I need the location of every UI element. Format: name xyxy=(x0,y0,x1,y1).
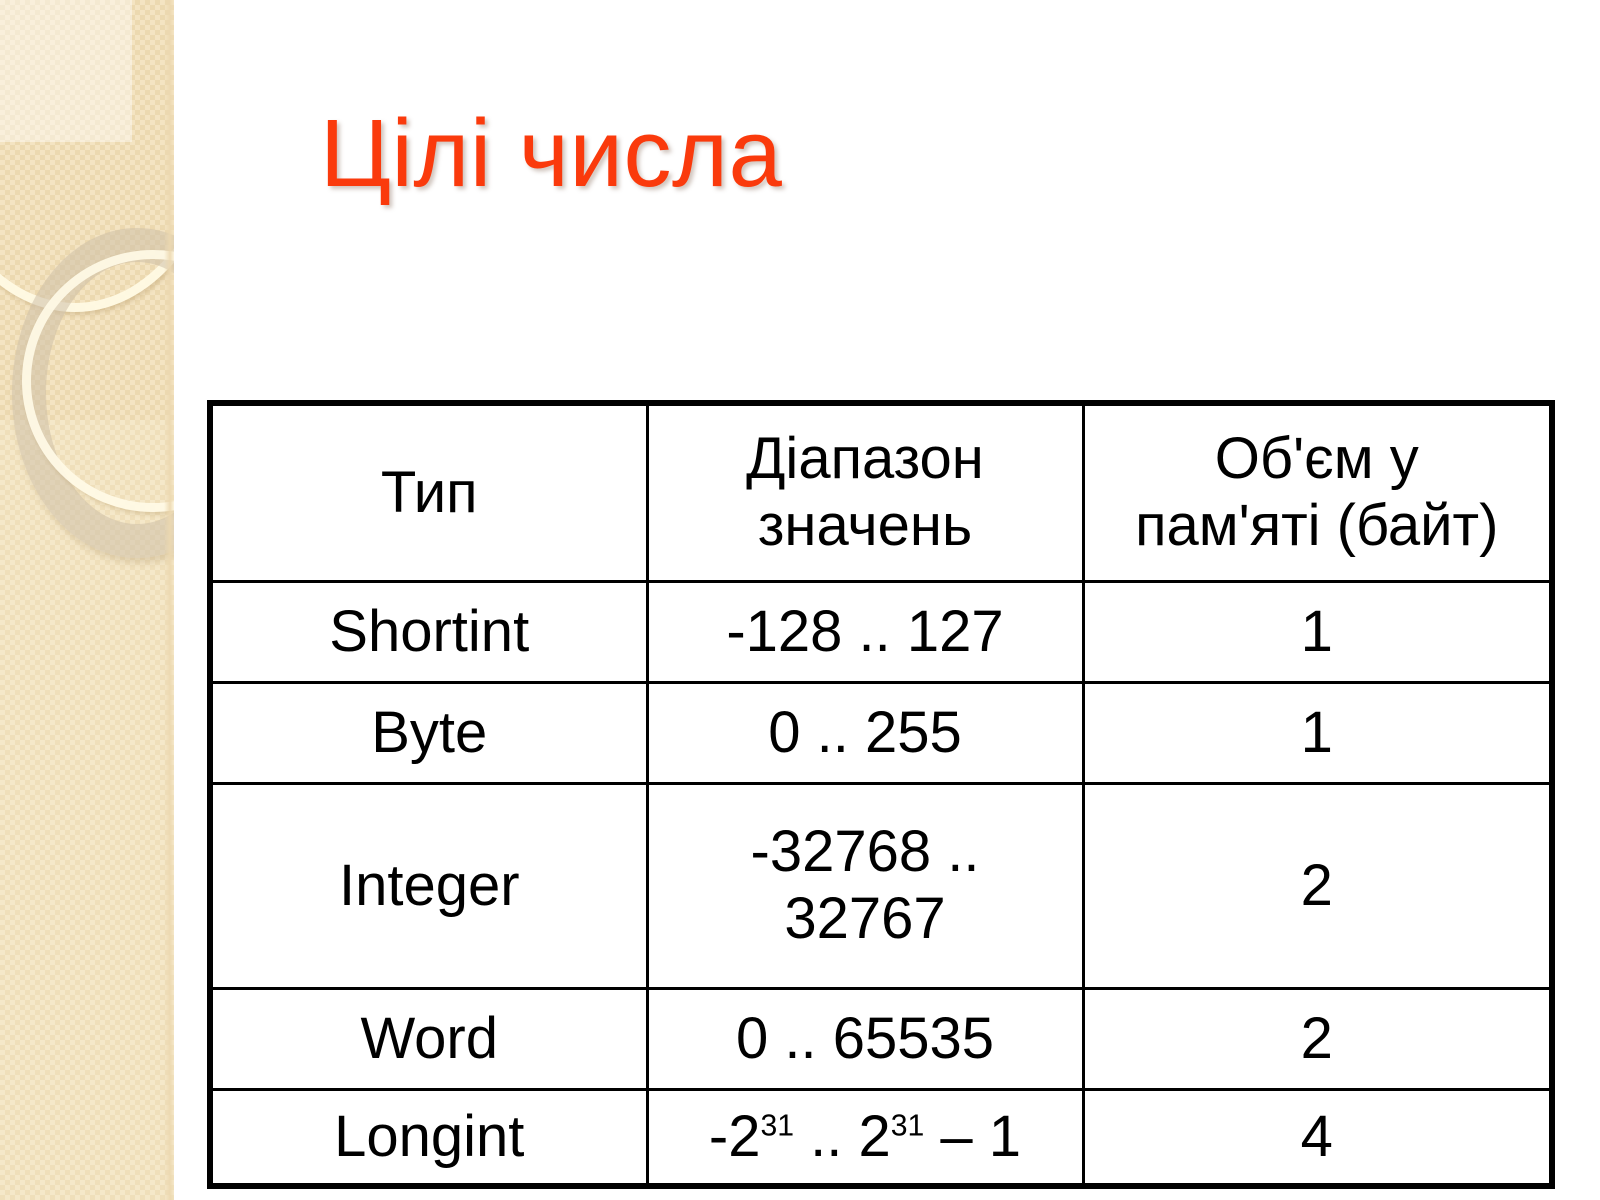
column-header-range-line2: значень xyxy=(757,493,973,558)
integer-types-table-container: Тип Діапазон значень Об'єм у пам'яті (ба… xyxy=(207,400,1555,1189)
cell-range-mid: .. 2 xyxy=(794,1103,891,1169)
cell-size: 4 xyxy=(1081,1088,1554,1188)
page-title: Цілі числа xyxy=(320,100,783,207)
cell-range: 0 .. 255 xyxy=(645,681,1085,785)
cell-type: Byte xyxy=(208,681,649,785)
column-header-size-line1: Об'єм у xyxy=(1214,426,1419,492)
integer-types-table: Тип Діапазон значень Об'єм у пам'яті (ба… xyxy=(207,400,1555,1189)
table-row: Word 0 .. 65535 2 xyxy=(208,987,1554,1091)
cell-range-exponent1: 31 xyxy=(760,1109,795,1143)
cell-range-line2: 32767 xyxy=(784,886,946,951)
cell-size: 2 xyxy=(1081,987,1554,1091)
cell-range-base1: -2 xyxy=(708,1103,761,1169)
cell-type: Longint xyxy=(208,1088,649,1188)
table-row: Shortint -128 .. 127 1 xyxy=(208,580,1554,684)
cell-range: -128 .. 127 xyxy=(645,580,1085,684)
column-header-range-line1: Діапазон xyxy=(746,426,984,492)
table-header-row: Тип Діапазон значень Об'єм у пам'яті (ба… xyxy=(208,401,1554,583)
cell-range-exponent2: 31 xyxy=(890,1109,925,1143)
slide: Цілі числа Тип Діапазон значень Об'єм у xyxy=(0,0,1600,1200)
cell-type: Word xyxy=(208,987,649,1091)
cell-type: Shortint xyxy=(208,580,649,684)
table-row: Integer -32768 .. 32767 2 xyxy=(208,782,1554,990)
cell-size: 1 xyxy=(1081,580,1554,684)
column-header-type: Тип xyxy=(208,401,649,583)
cell-type: Integer xyxy=(208,782,649,990)
cell-range-line1: -32768 .. xyxy=(750,819,980,885)
table-row: Byte 0 .. 255 1 xyxy=(208,681,1554,785)
cell-range: 0 .. 65535 xyxy=(645,987,1085,1091)
cell-size: 2 xyxy=(1081,782,1554,990)
column-header-type-line1: Тип xyxy=(380,459,478,525)
cell-range: -32768 .. 32767 xyxy=(645,782,1085,990)
sidebar-edge-shade xyxy=(164,0,174,1200)
cell-range-tail: – 1 xyxy=(924,1103,1022,1169)
column-header-size: Об'єм у пам'яті (байт) xyxy=(1081,401,1554,583)
decorative-sidebar xyxy=(0,0,174,1200)
cell-range: -231 .. 231 – 1 xyxy=(645,1088,1085,1188)
column-header-size-line2: пам'яті (байт) xyxy=(1135,493,1499,558)
cell-size: 1 xyxy=(1081,681,1554,785)
column-header-range: Діапазон значень xyxy=(645,401,1085,583)
table-row: Longint -231 .. 231 – 1 4 xyxy=(208,1088,1554,1188)
